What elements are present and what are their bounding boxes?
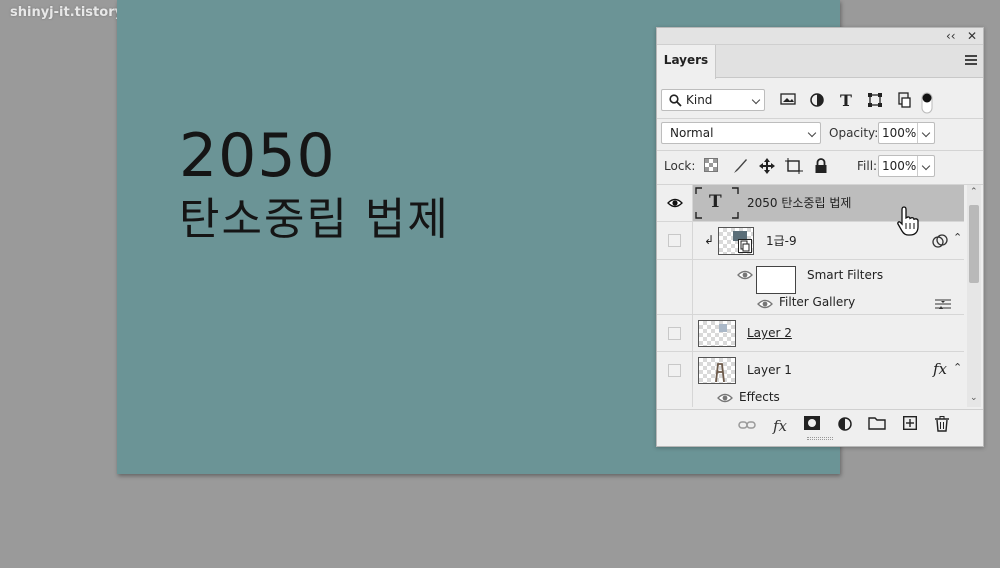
type-icon: T [709,192,722,212]
smart-object-filter-icon[interactable] [895,92,913,110]
close-panel-button[interactable]: ✕ [967,28,977,44]
tab-layers[interactable]: Layers [657,45,716,79]
layer-name[interactable]: Layer 1 [747,362,792,378]
visibility-toggle-off[interactable] [668,327,681,340]
layer-row-layer-1[interactable]: Layer 1 fx ⌃ Effects [657,352,964,407]
layer-name[interactable]: Smart Filters [807,267,883,283]
layer-row-filter-gallery[interactable]: Filter Gallery [657,288,964,315]
lock-label: Lock: [664,159,696,173]
filter-effects-icon[interactable] [932,234,948,248]
fx-icon[interactable]: fx [933,360,947,378]
text-layer-thumbnail: T [695,187,739,219]
layer-row-smart-object[interactable]: ↲ 1급-9 ⌃ [657,222,964,260]
layer-name[interactable]: Layer 2 [747,325,792,341]
chevron-down-icon [751,95,761,105]
chevron-down-icon[interactable] [921,161,931,171]
eye-icon[interactable] [757,299,773,309]
fill-input[interactable]: 100% [878,155,935,177]
layers-list: T 2050 탄소중립 법제 ↲ 1급-9 ⌃ Smart Filters Fi… [657,185,983,407]
panel-topbar: ‹‹ ✕ [657,28,983,45]
type-filter-icon[interactable]: T [837,92,855,110]
layers-bottom-toolbar: fx [657,409,983,441]
visibility-cell [657,288,693,314]
layer-row-smart-filters[interactable]: Smart Filters [657,260,964,294]
fill-label: Fill: [857,159,878,173]
visibility-toggle-off[interactable] [668,234,681,247]
scroll-down-icon[interactable]: ⌄ [970,393,978,403]
shape-filter-icon[interactable] [866,92,884,110]
eye-icon[interactable] [667,198,683,208]
divider [657,150,983,151]
layer-name[interactable]: Filter Gallery [779,294,855,310]
layers-panel: ‹‹ ✕ Layers Kind T Normal Opacity: 100% … [656,27,984,447]
filter-kind-label: Kind [686,93,713,107]
opacity-label: Opacity: [829,126,879,140]
lock-position-icon[interactable] [758,158,776,176]
smart-object-badge-icon [738,239,752,253]
visibility-cell[interactable] [657,352,693,407]
layer-filter-row: Kind T [661,89,979,114]
visibility-cell[interactable] [657,222,693,259]
search-icon [669,94,682,107]
eye-icon[interactable] [737,270,753,280]
layers-scrollbar[interactable]: ⌃ ⌄ [967,185,981,407]
visibility-cell[interactable] [657,315,693,351]
add-layer-style-icon[interactable]: fx [770,416,790,436]
canvas-text-title: 탄소중립 법제 [179,194,450,245]
blend-mode-value: Normal [670,126,714,140]
smart-object-thumbnail [718,227,754,255]
visibility-toggle-off[interactable] [668,364,681,377]
image-filter-icon[interactable] [779,92,797,110]
layer-row-text[interactable]: T 2050 탄소중립 법제 [657,185,964,236]
visibility-cell[interactable] [657,185,693,221]
layer-name[interactable]: 2050 탄소중립 법제 [747,195,851,211]
chevron-down-icon[interactable] [921,128,931,138]
collapse-panel-button[interactable]: ‹‹ [946,28,956,44]
scroll-up-icon[interactable]: ⌃ [970,187,978,197]
blend-row: Normal Opacity: 100% [661,122,979,146]
filter-kind-select[interactable]: Kind [661,89,765,111]
opacity-input[interactable]: 100% [878,122,935,144]
layer-thumbnail [698,320,736,347]
layer-row-layer-2[interactable]: Layer 2 [657,315,964,352]
canvas-text-year: 2050 [179,121,336,191]
effects-label[interactable]: Effects [739,389,780,405]
delete-layer-icon[interactable] [932,416,952,436]
collapse-chevron-icon[interactable]: ⌃ [953,361,962,374]
panel-resize-grip[interactable] [807,437,833,440]
chevron-down-icon [807,128,817,138]
new-adjustment-layer-icon[interactable] [835,416,855,436]
divider [657,118,983,119]
lock-row: Lock: Fill: 100% [661,155,979,179]
lock-artboard-icon[interactable] [785,158,803,176]
lock-transparent-icon[interactable] [702,158,720,176]
opacity-value: 100% [882,126,917,140]
link-layers-icon[interactable] [737,416,757,436]
eye-icon[interactable] [717,393,733,403]
new-group-folder-icon[interactable] [867,416,887,436]
lock-pixels-icon[interactable] [731,158,749,176]
lock-all-icon[interactable] [812,158,830,176]
panel-menu-icon[interactable] [965,55,977,67]
layer-thumbnail [698,357,736,384]
filter-blending-options-icon[interactable] [935,298,951,310]
layer-name[interactable]: 1급-9 [766,233,797,249]
adjustment-filter-icon[interactable] [808,92,826,110]
add-mask-icon[interactable] [802,416,822,436]
visibility-cell [657,260,693,288]
blend-mode-select[interactable]: Normal [661,122,821,144]
panel-tab-row: Layers [657,45,983,79]
clipping-arrow-icon: ↲ [704,233,715,247]
filter-toggle-icon[interactable] [921,92,933,114]
scroll-thumb[interactable] [969,205,979,283]
fill-value: 100% [882,159,917,173]
collapse-chevron-icon[interactable]: ⌃ [953,231,962,244]
new-layer-icon[interactable] [900,415,920,436]
